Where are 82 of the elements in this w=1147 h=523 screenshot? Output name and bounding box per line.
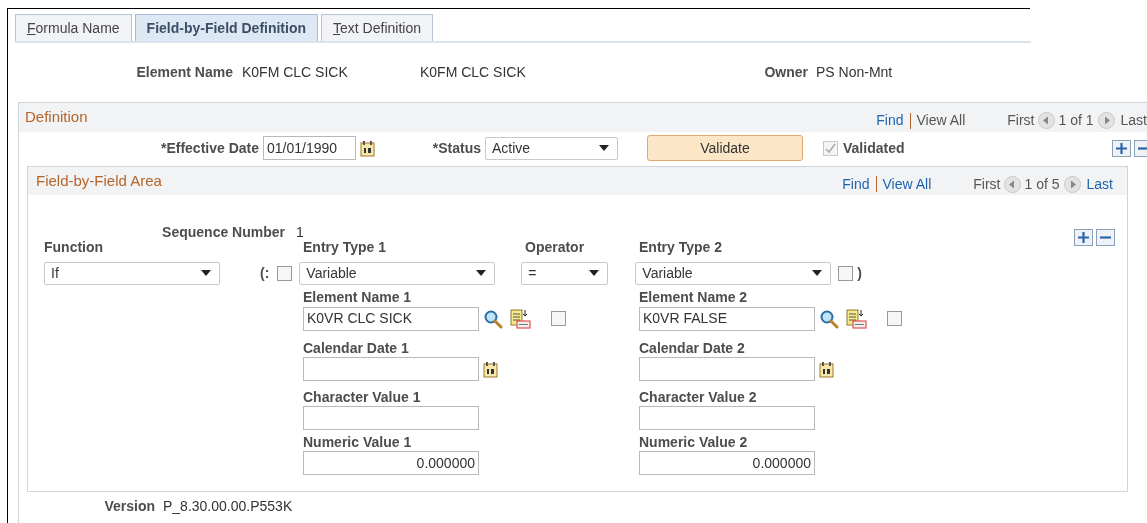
find-link[interactable]: Find (876, 110, 904, 131)
find-link[interactable]: Find (842, 173, 870, 195)
dropdown[interactable]: Variable (299, 261, 496, 285)
element-name-value: K0FM CLC SICK (242, 62, 349, 82)
field-label: Element Name 1 (303, 289, 413, 306)
input-field[interactable]: 0.000000 (639, 451, 815, 475)
last-link[interactable]: Last (1120, 110, 1147, 131)
field-label: *Status (431, 138, 481, 158)
field-label: Calendar Date 2 (639, 340, 746, 357)
sequence-value: 1 (296, 222, 304, 242)
calendar-icon[interactable] (360, 139, 375, 157)
plus-icon (1078, 231, 1089, 243)
input-field[interactable] (303, 357, 479, 381)
input-field[interactable] (639, 357, 815, 381)
panel-title: Definition (25, 107, 88, 128)
input-field[interactable] (303, 406, 479, 430)
element-name-label: Element Name (135, 62, 233, 82)
previous-icon[interactable] (1003, 175, 1021, 193)
tab[interactable]: Formula Name (15, 14, 132, 41)
input-field[interactable]: 01/01/1990 (263, 136, 356, 160)
next-icon[interactable] (1097, 112, 1115, 129)
field-label: Element Name 2 (639, 289, 749, 306)
panel-title: Field-by-Field Area (36, 170, 162, 191)
field-label: Numeric Value 1 (303, 434, 413, 451)
field-label: Character Value 1 (303, 389, 422, 406)
search-icon[interactable] (483, 308, 503, 329)
search-icon[interactable] (819, 308, 839, 329)
field-label: Function (44, 238, 105, 257)
calendar-icon[interactable] (483, 360, 498, 378)
version-value: P_8.30.00.00.P553K (163, 497, 293, 516)
add-row-button[interactable] (1074, 228, 1093, 246)
checkbox[interactable] (887, 311, 902, 326)
field-label: Entry Type 2 (639, 238, 722, 257)
view-all-link[interactable]: View All (882, 173, 932, 195)
plus-icon (1116, 142, 1127, 154)
field-label: *Effective Date (159, 138, 259, 158)
dropdown[interactable]: Active (485, 136, 618, 160)
close-paren-label: ) (857, 263, 862, 283)
open-paren-label: (: (260, 263, 270, 283)
checkbox-label: Validated (843, 138, 905, 158)
view-all-link[interactable]: View All (916, 110, 966, 131)
last-link[interactable]: Last (1086, 173, 1113, 195)
tab[interactable]: Text Definition (321, 14, 433, 41)
lookup-list-icon[interactable] (510, 308, 532, 329)
field-label: Operator (525, 238, 586, 257)
dropdown[interactable]: If (44, 261, 220, 285)
first-link[interactable]: First (1007, 110, 1035, 131)
dropdown[interactable]: Variable (635, 261, 832, 285)
input-field[interactable]: K0VR CLC SICK (303, 306, 479, 331)
caret-icon (476, 270, 487, 276)
owner-value: PS Non-Mnt (816, 62, 893, 82)
first-link[interactable]: First (973, 173, 1001, 195)
add-row-button[interactable] (1112, 139, 1131, 157)
input-field[interactable] (639, 406, 815, 430)
field-label: Sequence Number (161, 222, 285, 242)
checkbox[interactable] (838, 265, 854, 281)
delete-row-button[interactable] (1096, 228, 1115, 246)
caret-icon (599, 145, 609, 151)
caret-icon (812, 270, 823, 276)
version-label: Version (103, 497, 155, 516)
field-label: Calendar Date 1 (303, 340, 410, 357)
input-field[interactable]: K0VR FALSE (639, 306, 815, 331)
caret-icon (201, 270, 211, 276)
row-count: 1 of 1 (1058, 111, 1094, 130)
caret-icon (589, 270, 600, 276)
checkbox[interactable] (277, 265, 293, 281)
field-label: Numeric Value 2 (639, 434, 749, 451)
field-label: Entry Type 1 (303, 238, 387, 257)
element-description: K0FM CLC SICK (420, 62, 527, 82)
lookup-list-icon[interactable] (846, 308, 868, 329)
row-count: 1 of 5 (1024, 174, 1060, 194)
calendar-icon[interactable] (819, 360, 834, 378)
next-icon[interactable] (1063, 175, 1081, 193)
dropdown[interactable]: = (521, 261, 609, 285)
validate-button[interactable]: Validate (647, 135, 803, 161)
tab[interactable]: Field-by-Field Definition (134, 14, 319, 41)
input-field[interactable]: 0.000000 (303, 451, 479, 475)
delete-row-button[interactable] (1134, 139, 1147, 157)
previous-icon[interactable] (1037, 112, 1055, 129)
field-label: Character Value 2 (639, 389, 758, 406)
owner-label: Owner (763, 62, 808, 82)
checkbox[interactable] (551, 311, 566, 326)
